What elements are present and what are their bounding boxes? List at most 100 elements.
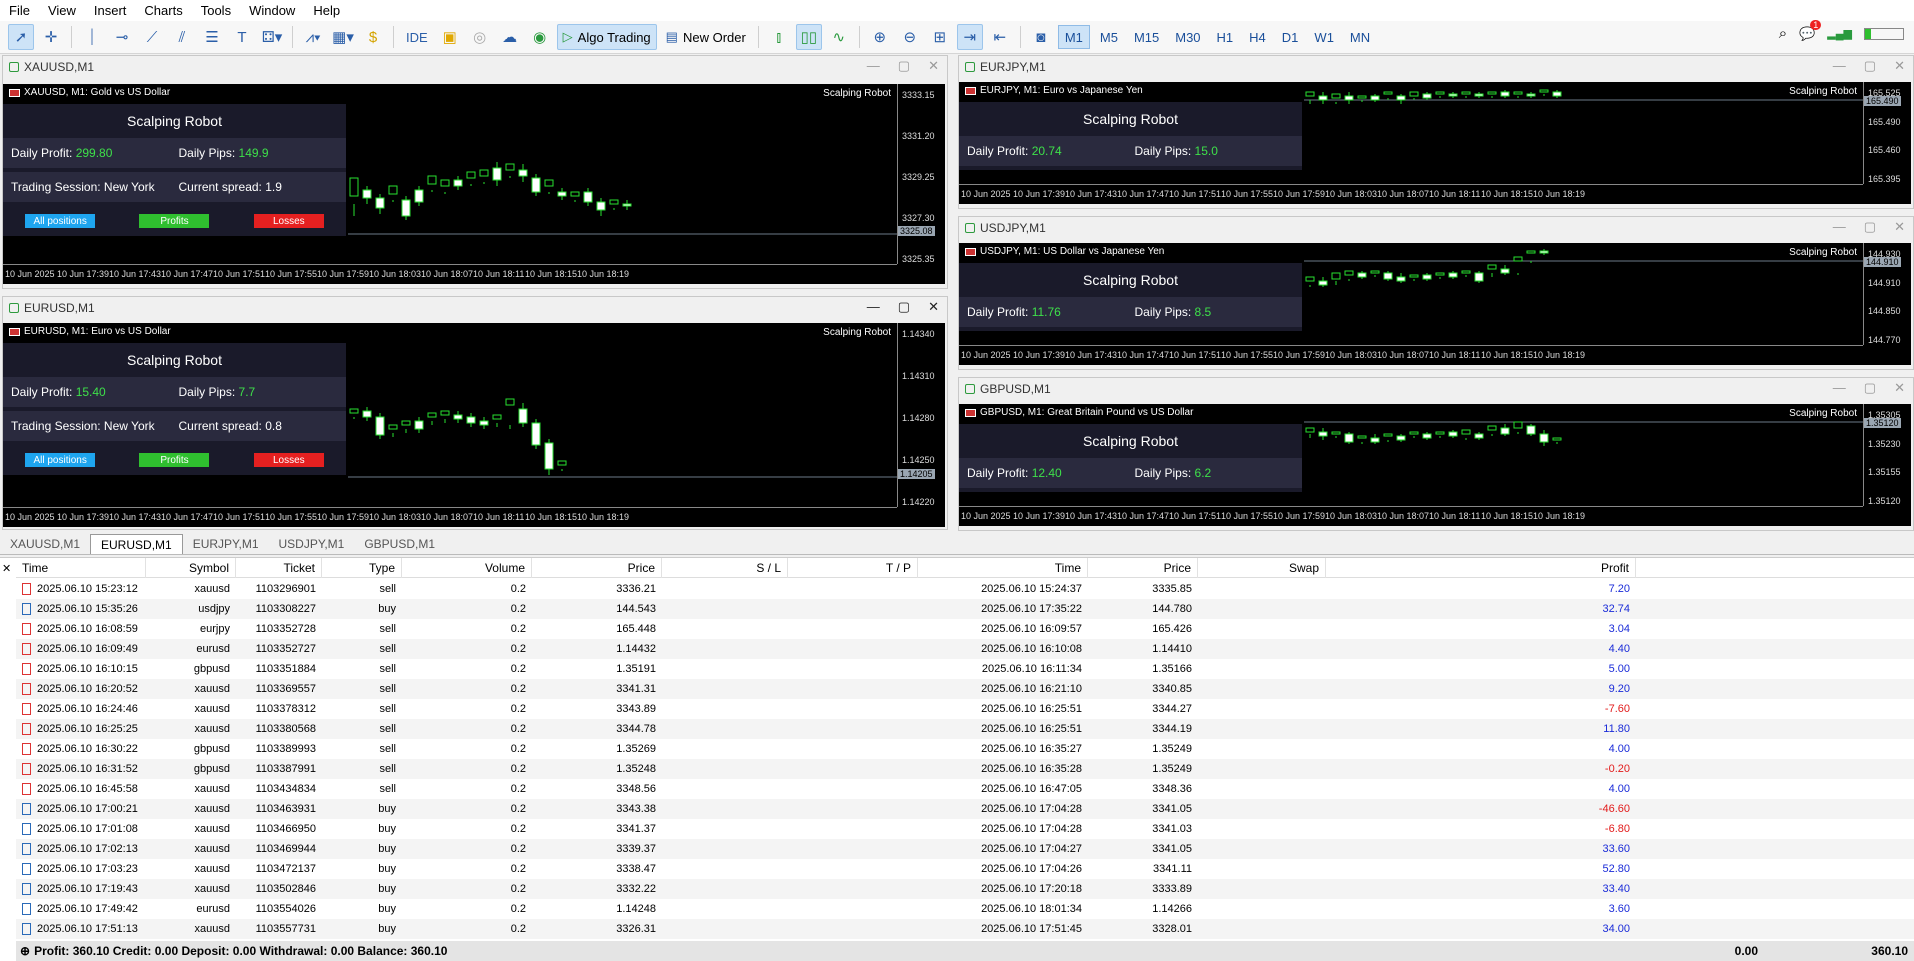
- close-icon[interactable]: ✕: [1894, 219, 1905, 235]
- column-type-3[interactable]: Type: [322, 558, 402, 578]
- timeframe-m30[interactable]: M30: [1169, 25, 1206, 49]
- ide-button[interactable]: IDE: [401, 24, 433, 50]
- chart-canvas[interactable]: GBPUSD, M1: Great Britain Pound vs US Do…: [959, 404, 1911, 526]
- notification-icon[interactable]: 💬 1: [1799, 19, 1822, 42]
- column-profit-11[interactable]: Profit: [1326, 558, 1636, 578]
- timeframe-mn[interactable]: MN: [1344, 25, 1376, 49]
- table-row[interactable]: 2025.06.10 15:35:26 usdjpy 1103308227 buy 0.…: [16, 599, 1914, 619]
- table-row[interactable]: 2025.06.10 16:30:22 gbpusd 1103389993 sell 0…: [16, 739, 1914, 759]
- timeframe-d1[interactable]: D1: [1276, 25, 1305, 49]
- text-icon[interactable]: T: [229, 24, 255, 50]
- chart-window-gbp[interactable]: GBPUSD,M1 — ▢ ✕ GBPUSD, M1: Great Britain P…: [958, 377, 1914, 531]
- bag-icon[interactable]: ▣: [437, 24, 463, 50]
- timeframe-m1[interactable]: M1: [1057, 25, 1090, 49]
- maximize-icon[interactable]: ▢: [1864, 219, 1876, 235]
- timeframe-m15[interactable]: M15: [1128, 25, 1165, 49]
- losses-button[interactable]: Losses: [253, 214, 324, 228]
- profits-button[interactable]: Profits: [139, 214, 210, 228]
- tile-icon[interactable]: ⊞: [927, 24, 953, 50]
- column-time-8[interactable]: Time: [918, 558, 1088, 578]
- maximize-icon[interactable]: ▢: [898, 58, 910, 74]
- close-icon[interactable]: ✕: [2, 562, 11, 575]
- column-time-0[interactable]: Time: [16, 558, 146, 578]
- table-row[interactable]: 2025.06.10 16:08:59 eurjpy 1103352728 sell 0…: [16, 619, 1914, 639]
- table-row[interactable]: 2025.06.10 17:51:13 xauusd 1103557731 buy 0.…: [16, 919, 1914, 939]
- line-chart-icon[interactable]: ∿: [826, 24, 852, 50]
- chart-window-eurjpy[interactable]: EURJPY,M1 — ▢ ✕ EURJPY, M1: Euro vs Japanes…: [958, 55, 1914, 209]
- all-positions-button[interactable]: All positions: [25, 453, 96, 467]
- minimize-icon[interactable]: —: [1833, 58, 1846, 74]
- maximize-icon[interactable]: ▢: [898, 299, 910, 315]
- algo-trading-button[interactable]: ▷ Algo Trading: [556, 24, 657, 50]
- maximize-icon[interactable]: ▢: [1864, 380, 1876, 396]
- candle-chart-icon[interactable]: ▯▯: [795, 24, 822, 50]
- bar-chart-icon[interactable]: ⫾: [766, 24, 792, 50]
- chart-canvas[interactable]: USDJPY, M1: US Dollar vs Japanese Yen Sc…: [959, 243, 1911, 365]
- column-swap-10[interactable]: Swap: [1198, 558, 1326, 578]
- menu-help[interactable]: Help: [304, 0, 349, 21]
- menu-insert[interactable]: Insert: [85, 0, 136, 21]
- timeframe-h1[interactable]: H1: [1211, 25, 1240, 49]
- column-ticket-2[interactable]: Ticket: [236, 558, 322, 578]
- all-positions-button[interactable]: All positions: [25, 214, 96, 228]
- timeframe-m5[interactable]: M5: [1094, 25, 1124, 49]
- pointer-icon[interactable]: ➚: [8, 24, 34, 50]
- column-price-9[interactable]: Price: [1088, 558, 1198, 578]
- fibonacci-icon[interactable]: ☰: [199, 24, 225, 50]
- column-price-5[interactable]: Price: [532, 558, 662, 578]
- horizontal-line-icon[interactable]: ⊸: [109, 24, 135, 50]
- table-row[interactable]: 2025.06.10 16:45:58 xauusd 1103434834 sell 0…: [16, 779, 1914, 799]
- minimize-icon[interactable]: —: [867, 299, 880, 315]
- close-icon[interactable]: ✕: [928, 58, 939, 74]
- column-symbol-1[interactable]: Symbol: [146, 558, 236, 578]
- close-icon[interactable]: ✕: [928, 299, 939, 315]
- chart-window-eur[interactable]: EURUSD,M1 — ▢ ✕ EURUSD, M1: Euro vs US Doll…: [2, 296, 948, 530]
- table-row[interactable]: 2025.06.10 16:09:49 eurusd 1103352727 sell 0…: [16, 639, 1914, 659]
- table-row[interactable]: 2025.06.10 16:20:52 xauusd 1103369557 sell 0…: [16, 679, 1914, 699]
- table-row[interactable]: 2025.06.10 17:03:23 xauusd 1103472137 buy 0.…: [16, 859, 1914, 879]
- tab-gbpusd-m1[interactable]: GBPUSD,M1: [354, 534, 445, 554]
- column-sl-6[interactable]: S / L: [662, 558, 788, 578]
- table-row[interactable]: 2025.06.10 17:49:42 eurusd 1103554026 buy 0.…: [16, 899, 1914, 919]
- table-row[interactable]: 2025.06.10 16:25:25 xauusd 1103380568 sell 0…: [16, 719, 1914, 739]
- table-row[interactable]: 2025.06.10 16:24:46 xauusd 1103378312 sell 0…: [16, 699, 1914, 719]
- chart-window-xau[interactable]: XAUUSD,M1 — ▢ ✕ XAUUSD, M1: Gold vs US Doll…: [2, 55, 948, 289]
- chart-canvas[interactable]: XAUUSD, M1: Gold vs US Dollar Scalping R…: [3, 84, 945, 284]
- chart-canvas[interactable]: EURUSD, M1: Euro vs US Dollar Scalping R…: [3, 323, 945, 527]
- table-row[interactable]: 2025.06.10 17:01:08 xauusd 1103466950 buy 0.…: [16, 819, 1914, 839]
- channel-icon[interactable]: ⫽: [169, 24, 195, 50]
- table-row[interactable]: 2025.06.10 17:19:43 xauusd 1103502846 buy 0.…: [16, 879, 1914, 899]
- chart-canvas[interactable]: EURJPY, M1: Euro vs Japanese Yen Scalpin…: [959, 82, 1911, 204]
- screenshot-icon[interactable]: ◙: [1028, 24, 1054, 50]
- table-row[interactable]: 2025.06.10 15:23:12 xauusd 1103296901 sell 0…: [16, 579, 1914, 599]
- minimize-icon[interactable]: —: [1833, 380, 1846, 396]
- menu-view[interactable]: View: [39, 0, 85, 21]
- column-volume-4[interactable]: Volume: [402, 558, 532, 578]
- maximize-icon[interactable]: ▢: [1864, 58, 1876, 74]
- dollar-icon[interactable]: $: [360, 24, 386, 50]
- vps-icon[interactable]: ◉: [527, 24, 553, 50]
- table-row[interactable]: 2025.06.10 17:02:13 xauusd 1103469944 buy 0.…: [16, 839, 1914, 859]
- new-order-button[interactable]: ▤ New Order: [661, 24, 751, 50]
- search-icon[interactable]: ⌕: [1779, 25, 1787, 42]
- menu-tools[interactable]: Tools: [192, 0, 240, 21]
- menu-window[interactable]: Window: [240, 0, 304, 21]
- column-tp-7[interactable]: T / P: [788, 558, 918, 578]
- menu-file[interactable]: File: [0, 0, 39, 21]
- chart-window-usdjpy[interactable]: USDJPY,M1 — ▢ ✕ USDJPY, M1: US Dollar vs Ja…: [958, 216, 1914, 370]
- crosshair-icon[interactable]: ✛: [38, 24, 64, 50]
- signal-icon[interactable]: ◎: [467, 24, 493, 50]
- minimize-icon[interactable]: —: [867, 58, 880, 74]
- chart-shift-icon[interactable]: ⇤: [987, 24, 1013, 50]
- close-icon[interactable]: ✕: [1894, 380, 1905, 396]
- tab-usdjpy-m1[interactable]: USDJPY,M1: [269, 534, 355, 554]
- minimize-icon[interactable]: —: [1833, 219, 1846, 235]
- menu-charts[interactable]: Charts: [135, 0, 191, 21]
- timeframe-h4[interactable]: H4: [1243, 25, 1272, 49]
- tab-eurusd-m1[interactable]: EURUSD,M1: [90, 534, 183, 554]
- tab-xauusd-m1[interactable]: XAUUSD,M1: [0, 534, 90, 554]
- zoom-in-icon[interactable]: ⊕: [867, 24, 893, 50]
- shapes-icon[interactable]: ⚃▾: [259, 24, 285, 50]
- templates-icon[interactable]: ▦▾: [330, 24, 356, 50]
- trendline-icon[interactable]: ⟋: [139, 24, 165, 50]
